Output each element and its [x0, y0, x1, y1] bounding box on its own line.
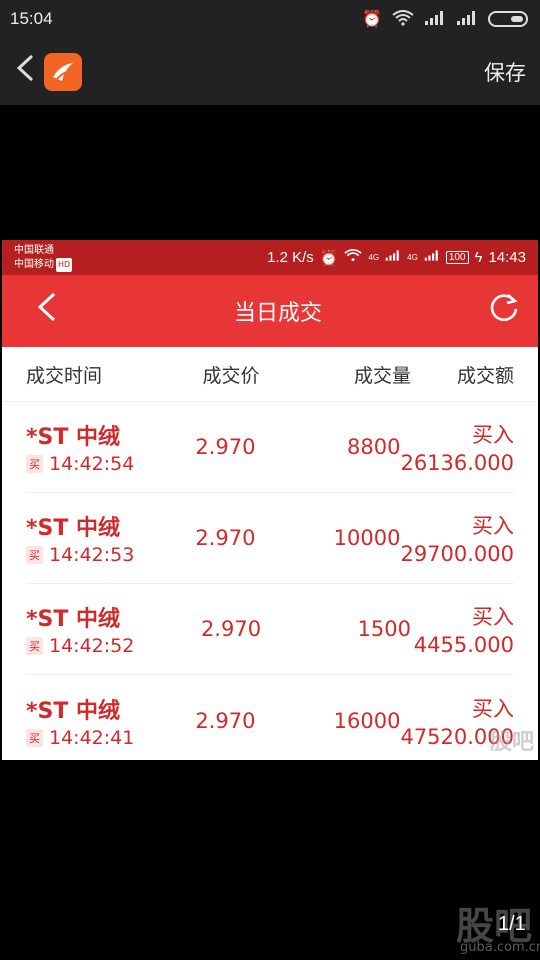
stock-name: *ST 中绒 — [26, 607, 121, 632]
cell-name-time: *ST 中绒 买 14:42:52 — [26, 601, 176, 657]
net-speed: 1.2 K/s — [267, 249, 314, 266]
buy-tag: 买 — [26, 455, 43, 473]
trade-volume: 1500 — [357, 617, 411, 641]
save-button[interactable]: 保存 — [484, 57, 526, 87]
page-title: 当日成交 — [233, 301, 322, 326]
inner-status-icons: 1.2 K/s ⏰ 4G 4G 100 ϟ 14:43 — [267, 249, 526, 267]
stock-name: *ST 中绒 — [26, 516, 121, 541]
carrier-1: 中国联通 — [14, 244, 54, 256]
inner-watermark: 股吧 — [489, 730, 534, 755]
page-indicator: 1/1 — [498, 913, 526, 935]
trade-side: 买入 — [472, 423, 515, 447]
carrier-2: 中国移动 — [14, 258, 54, 270]
table-row[interactable]: *ST 中绒 买 14:42:54 2.970 8800 买入 26136.000 — [26, 402, 514, 493]
carrier-info: 中国联通 中国移动 HD — [14, 244, 73, 272]
trade-time: 14:42:53 — [49, 544, 135, 566]
alarm-icon: ⏰ — [362, 9, 382, 28]
table-row[interactable]: *ST 中绒 买 14:42:53 2.970 10000 买入 29700.00… — [26, 493, 514, 584]
watermark-url: guba.com.cn — [460, 940, 540, 955]
cell-amount: 买入 26136.000 — [400, 419, 514, 475]
status-time: 15:04 — [10, 9, 53, 28]
trade-price: 2.970 — [195, 435, 256, 459]
time-line: 买 14:42:52 — [26, 635, 176, 657]
trade-volume: 8800 — [347, 435, 401, 459]
charging-icon: ϟ — [474, 249, 483, 266]
back-icon[interactable] — [14, 52, 42, 92]
trade-list: *ST 中绒 买 14:42:54 2.970 8800 买入 26136.000… — [2, 402, 538, 760]
cell-name-time: *ST 中绒 买 14:42:41 — [26, 693, 172, 749]
signal-icon — [424, 10, 446, 29]
column-header-time: 成交时间 — [26, 364, 103, 387]
trade-volume: 10000 — [333, 526, 401, 550]
embedded-screenshot: 中国联通 中国移动HD 1.2 K/s ⏰ 4G 4G 100 ϟ 14:43 — [2, 240, 538, 760]
trade-price: 2.970 — [200, 617, 262, 641]
trade-side: 买入 — [472, 514, 515, 538]
trade-side: 买入 — [472, 605, 514, 629]
signal-icon — [385, 249, 401, 266]
trade-amount: 26136.000 — [400, 451, 515, 475]
stock-name: *ST 中绒 — [26, 425, 121, 450]
cell-name-time: *ST 中绒 买 14:42:54 — [26, 419, 172, 475]
column-header-amount: 成交额 — [456, 364, 514, 387]
time-line: 买 14:42:53 — [26, 544, 172, 566]
alarm-icon: ⏰ — [319, 249, 339, 267]
buy-tag: 买 — [26, 728, 43, 747]
trade-price: 2.970 — [195, 708, 256, 733]
cell-amount: 买入 29700.000 — [400, 510, 514, 566]
hd-badge: HD — [56, 257, 73, 272]
carrier-2-line: 中国移动 HD — [14, 257, 73, 272]
signal-icon — [424, 249, 440, 266]
stock-name: *ST 中绒 — [26, 698, 121, 724]
status-icons: ⏰ — [362, 9, 528, 29]
table-header: 成交时间 成交价 成交量 成交额 — [2, 347, 538, 402]
trade-volume: 16000 — [333, 708, 401, 733]
cell-amount: 买入 4455.000 — [411, 601, 514, 657]
network-4g-label: 4G — [368, 253, 380, 262]
trade-time: 14:42:54 — [49, 453, 135, 475]
app-logo-icon — [44, 52, 82, 91]
trade-price: 2.970 — [195, 526, 256, 550]
column-header-volume: 成交量 — [353, 364, 411, 387]
battery-icon: 100 — [445, 251, 469, 264]
back-icon[interactable] — [36, 291, 76, 332]
time-line: 买 14:42:54 — [26, 453, 172, 475]
inner-status-bar: 中国联通 中国移动 HD 1.2 K/s ⏰ 4G 4G 100 ϟ 14:43 — [2, 240, 538, 275]
wifi-icon — [392, 9, 414, 29]
signal-icon — [456, 10, 478, 29]
battery-icon — [488, 11, 528, 27]
buy-tag: 买 — [26, 637, 43, 655]
trade-amount: 29700.000 — [400, 542, 515, 566]
trade-amount: 4455.000 — [413, 633, 514, 657]
network-4g-label: 4G — [407, 253, 418, 262]
time-line: 买 14:42:41 — [26, 727, 172, 749]
status-bar: 15:04 ⏰ — [0, 0, 540, 38]
trade-time: 14:42:41 — [49, 726, 135, 749]
column-header-price: 成交价 — [202, 364, 260, 387]
cell-name-time: *ST 中绒 买 14:42:53 — [26, 510, 172, 566]
trade-side: 买入 — [472, 696, 515, 721]
refresh-icon[interactable] — [480, 291, 520, 331]
inner-nav-bar: 当日成交 — [2, 275, 538, 347]
inner-time: 14:43 — [488, 249, 526, 266]
table-row[interactable]: *ST 中绒 买 14:42:52 2.970 1500 买入 4455.000 — [26, 584, 514, 675]
viewer-toolbar: 保存 — [0, 38, 540, 105]
trade-time: 14:42:52 — [49, 635, 135, 657]
wifi-icon — [344, 249, 363, 266]
buy-tag: 买 — [26, 546, 43, 564]
table-row[interactable]: *ST 中绒 买 14:42:41 2.970 16000 买入 47520.00… — [26, 675, 514, 760]
